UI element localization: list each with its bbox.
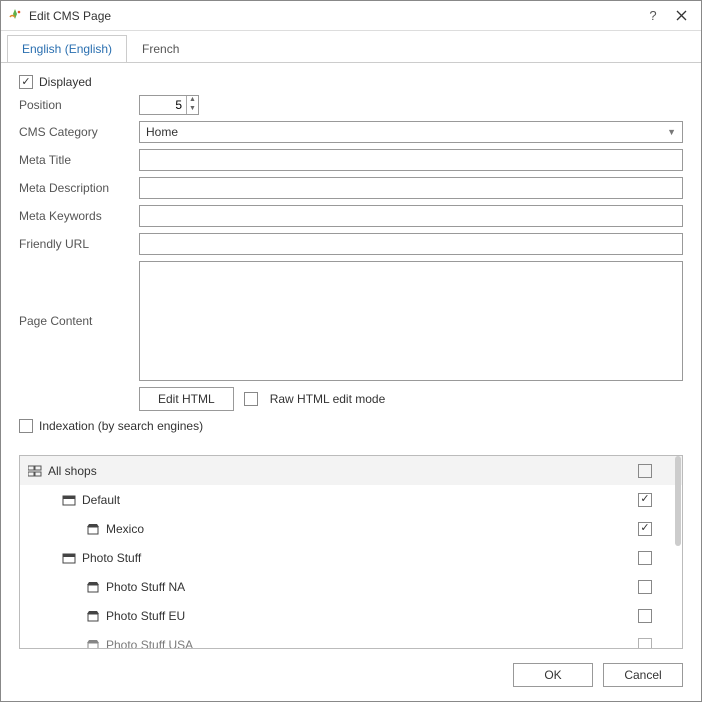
tree-item-label: Default (82, 493, 120, 507)
meta-description-input[interactable] (139, 177, 683, 199)
page-content-textarea[interactable] (139, 261, 683, 381)
store-icon (86, 638, 100, 650)
displayed-label: Displayed (39, 75, 92, 89)
tree-item-checkbox[interactable]: ✓ (638, 493, 652, 507)
tab-french[interactable]: French (127, 35, 194, 63)
displayed-checkbox[interactable]: ✓ (19, 75, 33, 89)
tree-row[interactable]: Photo Stuff EU (20, 601, 682, 630)
store-icon (86, 580, 100, 594)
tree-item-checkbox[interactable] (638, 609, 652, 623)
shop-group-icon (62, 551, 76, 565)
tree-row-all-shops[interactable]: All shops (20, 456, 682, 485)
tree-item-checkbox[interactable]: ✓ (638, 522, 652, 536)
tree-item-label: Mexico (106, 522, 144, 536)
scrollbar-thumb[interactable] (675, 456, 681, 546)
tree-row[interactable]: Photo Stuff NA (20, 572, 682, 601)
tree-row[interactable]: Mexico ✓ (20, 514, 682, 543)
tabs: English (English) French (1, 31, 701, 63)
shop-group-icon (62, 493, 76, 507)
dialog: Edit CMS Page ? English (English) French… (0, 0, 702, 702)
all-shops-label: All shops (48, 464, 97, 478)
edit-html-button[interactable]: Edit HTML (139, 387, 234, 411)
tree-item-checkbox[interactable] (638, 551, 652, 565)
tree-row[interactable]: Default ✓ (20, 485, 682, 514)
scrollbar[interactable] (674, 456, 682, 648)
all-shops-checkbox[interactable] (638, 464, 652, 478)
form-content: ✓ Displayed Position ▲ ▼ CMS Category Ho… (1, 63, 701, 451)
tree-row[interactable]: Photo Stuff (20, 543, 682, 572)
cms-category-label: CMS Category (19, 125, 139, 139)
meta-keywords-label: Meta Keywords (19, 209, 139, 223)
page-content-label: Page Content (19, 314, 139, 328)
titlebar: Edit CMS Page ? (1, 1, 701, 31)
tree-item-checkbox[interactable] (638, 638, 652, 650)
meta-description-label: Meta Description (19, 181, 139, 195)
meta-title-input[interactable] (139, 149, 683, 171)
chevron-down-icon: ▼ (667, 127, 676, 137)
indexation-label: Indexation (by search engines) (39, 419, 203, 433)
dialog-footer: OK Cancel (1, 649, 701, 701)
raw-html-label: Raw HTML edit mode (270, 392, 386, 406)
position-label: Position (19, 98, 139, 112)
cms-category-select[interactable]: Home ▼ (139, 121, 683, 143)
store-icon (86, 609, 100, 623)
shops-panel: All shops Default ✓ Mexico ✓ (19, 455, 683, 649)
tree-item-label: Photo Stuff USA (106, 638, 193, 650)
friendly-url-label: Friendly URL (19, 237, 139, 251)
friendly-url-input[interactable] (139, 233, 683, 255)
ok-button[interactable]: OK (513, 663, 593, 687)
shops-root-icon (28, 464, 42, 478)
store-icon (86, 522, 100, 536)
position-spinner[interactable]: ▲ ▼ (139, 95, 199, 115)
position-input[interactable] (140, 98, 186, 112)
tree-row[interactable]: Photo Stuff USA (20, 630, 682, 649)
spinner-down-icon[interactable]: ▼ (186, 105, 198, 114)
cancel-button[interactable]: Cancel (603, 663, 683, 687)
close-button[interactable] (667, 2, 695, 30)
tree-item-label: Photo Stuff NA (106, 580, 185, 594)
raw-html-checkbox[interactable] (244, 392, 258, 406)
tab-english[interactable]: English (English) (7, 35, 127, 63)
spinner-up-icon[interactable]: ▲ (186, 96, 198, 105)
tree-item-label: Photo Stuff (82, 551, 141, 565)
indexation-checkbox[interactable] (19, 419, 33, 433)
tree-item-checkbox[interactable] (638, 580, 652, 594)
help-button[interactable]: ? (639, 2, 667, 30)
dialog-title: Edit CMS Page (29, 9, 639, 23)
cms-category-value: Home (146, 125, 178, 139)
tree-item-label: Photo Stuff EU (106, 609, 185, 623)
meta-keywords-input[interactable] (139, 205, 683, 227)
meta-title-label: Meta Title (19, 153, 139, 167)
app-logo-icon (7, 8, 23, 24)
